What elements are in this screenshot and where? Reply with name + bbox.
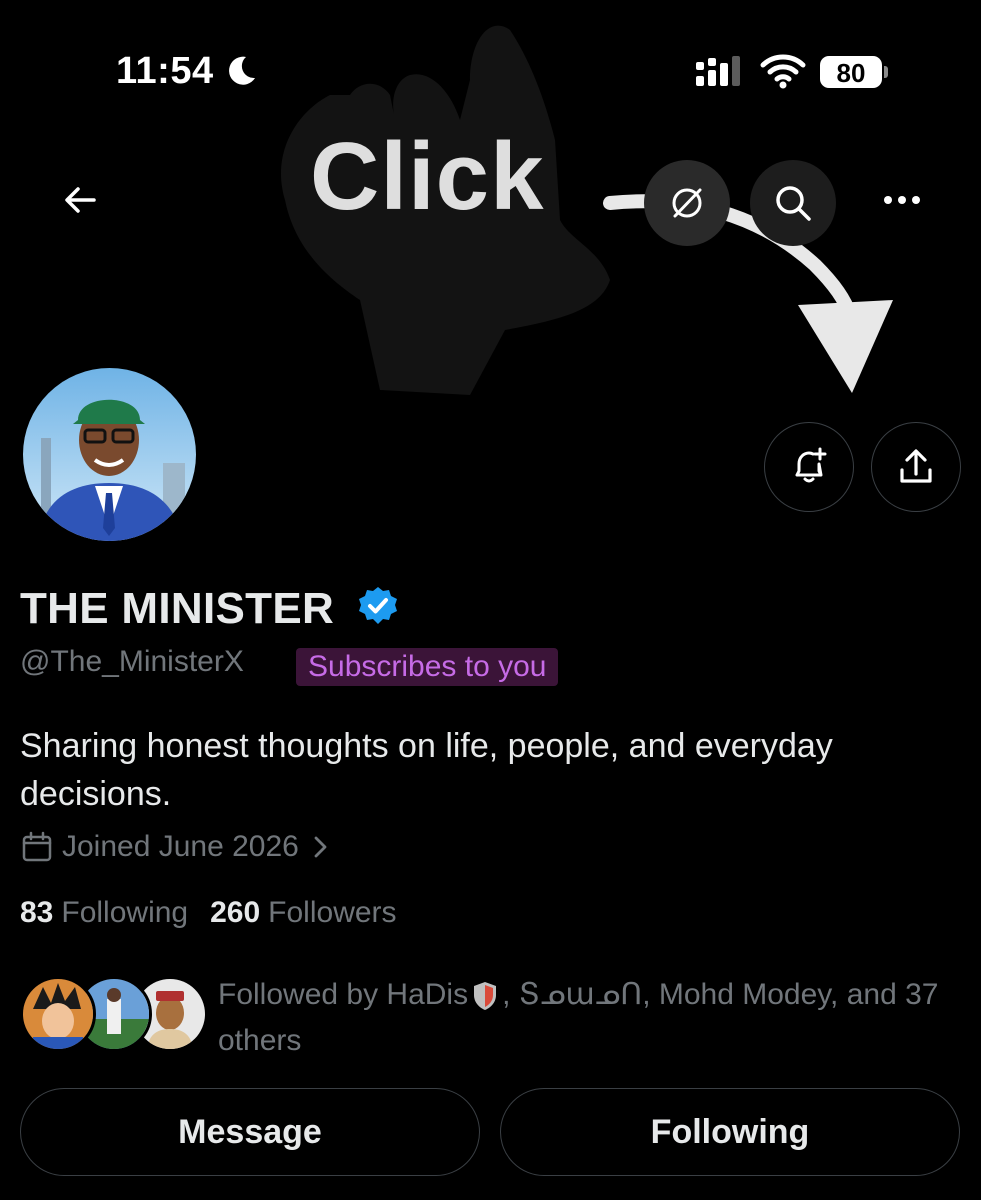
back-arrow-icon [65, 187, 96, 213]
follower-avatar [20, 976, 96, 1052]
avatar-image [23, 368, 196, 541]
notifications-button[interactable] [764, 422, 854, 512]
battery-icon: 80 [820, 56, 890, 90]
message-button[interactable]: Message [20, 1088, 480, 1176]
grok-icon [672, 188, 702, 218]
more-options-button[interactable] [872, 180, 932, 220]
search-icon [776, 186, 811, 221]
chevron-right-icon [314, 836, 327, 858]
following-stat[interactable]: 83 Following [20, 896, 188, 930]
followers-count: 260 [210, 896, 261, 929]
back-button[interactable] [56, 176, 104, 224]
followers-label: Followers [268, 896, 397, 929]
more-icon [884, 196, 920, 204]
share-button[interactable] [871, 422, 961, 512]
followers-stat[interactable]: 260 Followers [210, 896, 396, 930]
bell-plus-icon [795, 447, 827, 483]
joined-date[interactable]: Joined June 2026 [20, 830, 337, 864]
joined-label: Joined June 2026 [62, 830, 299, 863]
status-bar: 11:54 80 [0, 0, 981, 110]
verified-badge-icon [359, 587, 397, 624]
subscribes-badge: Subscribes to you [296, 648, 559, 686]
followed-by-text: Followed by HaDis , Տᓄաᓄᑎ, Mohd Modey, a… [218, 972, 960, 1064]
followed-by-row[interactable]: Followed by HaDis , Տᓄաᓄᑎ, Mohd Modey, a… [20, 972, 960, 1062]
follow-stats: 83 Following 260 Followers [20, 896, 419, 930]
battery-cap [884, 66, 888, 78]
profile-avatar[interactable] [20, 365, 199, 544]
following-label: Following [61, 896, 189, 929]
shield-icon [474, 982, 497, 1011]
profile-handle: @The_MinisterX [20, 645, 244, 678]
followed-by-prefix: Followed by HaDis [218, 978, 469, 1011]
battery-level: 80 [836, 58, 866, 88]
profile-bio: Sharing honest thoughts on life, people,… [20, 727, 833, 813]
click-overlay-label: Click [310, 123, 545, 230]
calendar-icon [22, 831, 52, 862]
signal-icon [696, 56, 740, 86]
status-time: 11:54 [116, 50, 214, 92]
moon-icon [229, 56, 255, 85]
search-button[interactable] [750, 160, 836, 246]
share-icon [900, 449, 932, 483]
wifi-icon [760, 54, 806, 89]
display-name: THE MINISTER [20, 584, 335, 633]
following-button[interactable]: Following [500, 1088, 960, 1176]
grok-button[interactable] [644, 160, 730, 246]
following-count: 83 [20, 896, 54, 929]
